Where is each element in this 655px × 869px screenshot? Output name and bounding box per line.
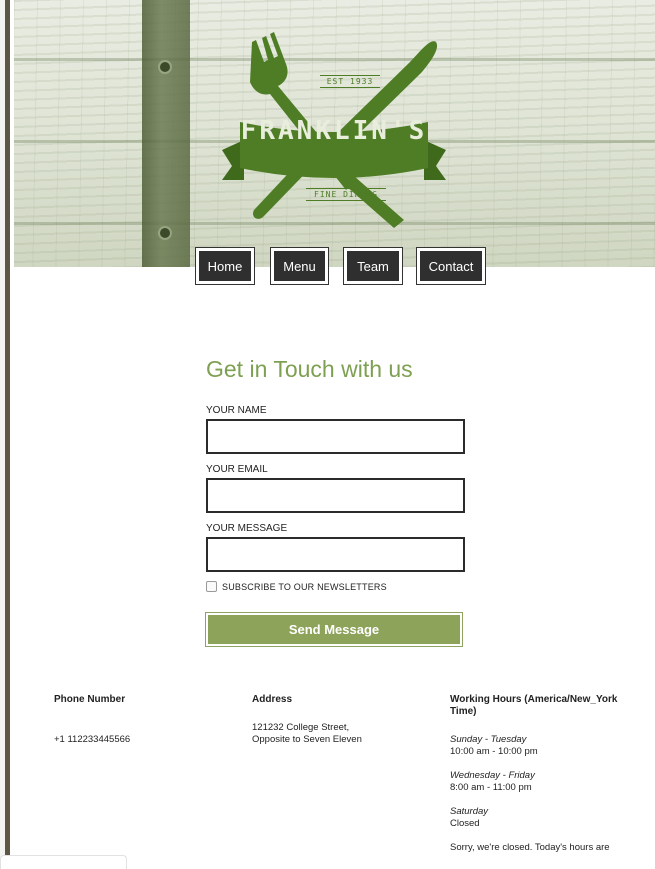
nav-home-label: Home — [199, 251, 251, 281]
rivet — [160, 228, 170, 238]
hours-days: Sunday - Tuesday — [450, 734, 527, 745]
nav-team-label: Team — [347, 251, 399, 281]
rivet — [160, 62, 170, 72]
nav-menu[interactable]: Menu — [270, 247, 329, 285]
hours-column: Working Hours (America/New_York Time) Su… — [450, 694, 620, 854]
hours-heading: Working Hours (America/New_York Time) — [450, 694, 618, 717]
nav-contact-label: Contact — [420, 251, 482, 281]
subscribe-checkbox[interactable] — [206, 581, 217, 592]
contact-heading: Get in Touch with us — [206, 356, 413, 382]
subscribe-label[interactable]: SUBSCRIBE TO OUR NEWSLETTERS — [222, 582, 387, 592]
established-year: EST 1933 — [320, 75, 380, 88]
main-navigation: Home Menu Team Contact — [0, 247, 655, 287]
hero-banner: EST 1933 FRANKLIN'S FINE DINING — [14, 0, 655, 267]
email-label: YOUR EMAIL — [206, 464, 268, 475]
subscribe-option[interactable]: SUBSCRIBE TO OUR NEWSLETTERS — [206, 581, 387, 592]
open-status-note: Sorry, we're closed. Today's hours are — [450, 842, 610, 853]
email-field[interactable] — [206, 478, 465, 513]
name-label: YOUR NAME — [206, 405, 267, 416]
address-line: 121232 College Street, — [252, 722, 350, 733]
message-field[interactable] — [206, 537, 465, 572]
hours-days: Wednesday - Friday — [450, 770, 535, 781]
address-heading: Address — [252, 694, 293, 705]
name-field[interactable] — [206, 419, 465, 454]
brand-name: FRANKLIN'S — [240, 116, 428, 146]
nav-team[interactable]: Team — [343, 247, 403, 285]
phone-number[interactable]: +1 112233445566 — [54, 734, 224, 746]
hours-days: Saturday — [450, 806, 489, 817]
nav-contact[interactable]: Contact — [416, 247, 486, 285]
hours-time: 8:00 am - 11:00 pm — [450, 782, 532, 793]
hours-time: 10:00 am - 10:00 pm — [450, 746, 538, 757]
restaurant-logo[interactable]: EST 1933 FRANKLIN'S FINE DINING — [204, 30, 464, 230]
brand-tagline: FINE DINING — [306, 188, 386, 201]
hours-time: Closed — [450, 818, 480, 829]
send-message-button[interactable]: Send Message — [205, 612, 463, 647]
phone-column: Phone Number +1 112233445566 — [54, 694, 224, 746]
iron-strap — [142, 0, 190, 267]
message-label: YOUR MESSAGE — [206, 523, 288, 534]
nav-home[interactable]: Home — [195, 247, 255, 285]
page-left-border — [0, 0, 10, 864]
nav-menu-label: Menu — [274, 251, 325, 281]
send-message-label: Send Message — [208, 615, 460, 644]
bottom-widget-tab[interactable] — [0, 855, 127, 869]
address-column: Address 121232 College Street, Opposite … — [252, 694, 422, 746]
phone-heading: Phone Number — [54, 694, 126, 705]
address-line: Opposite to Seven Eleven — [252, 734, 362, 745]
